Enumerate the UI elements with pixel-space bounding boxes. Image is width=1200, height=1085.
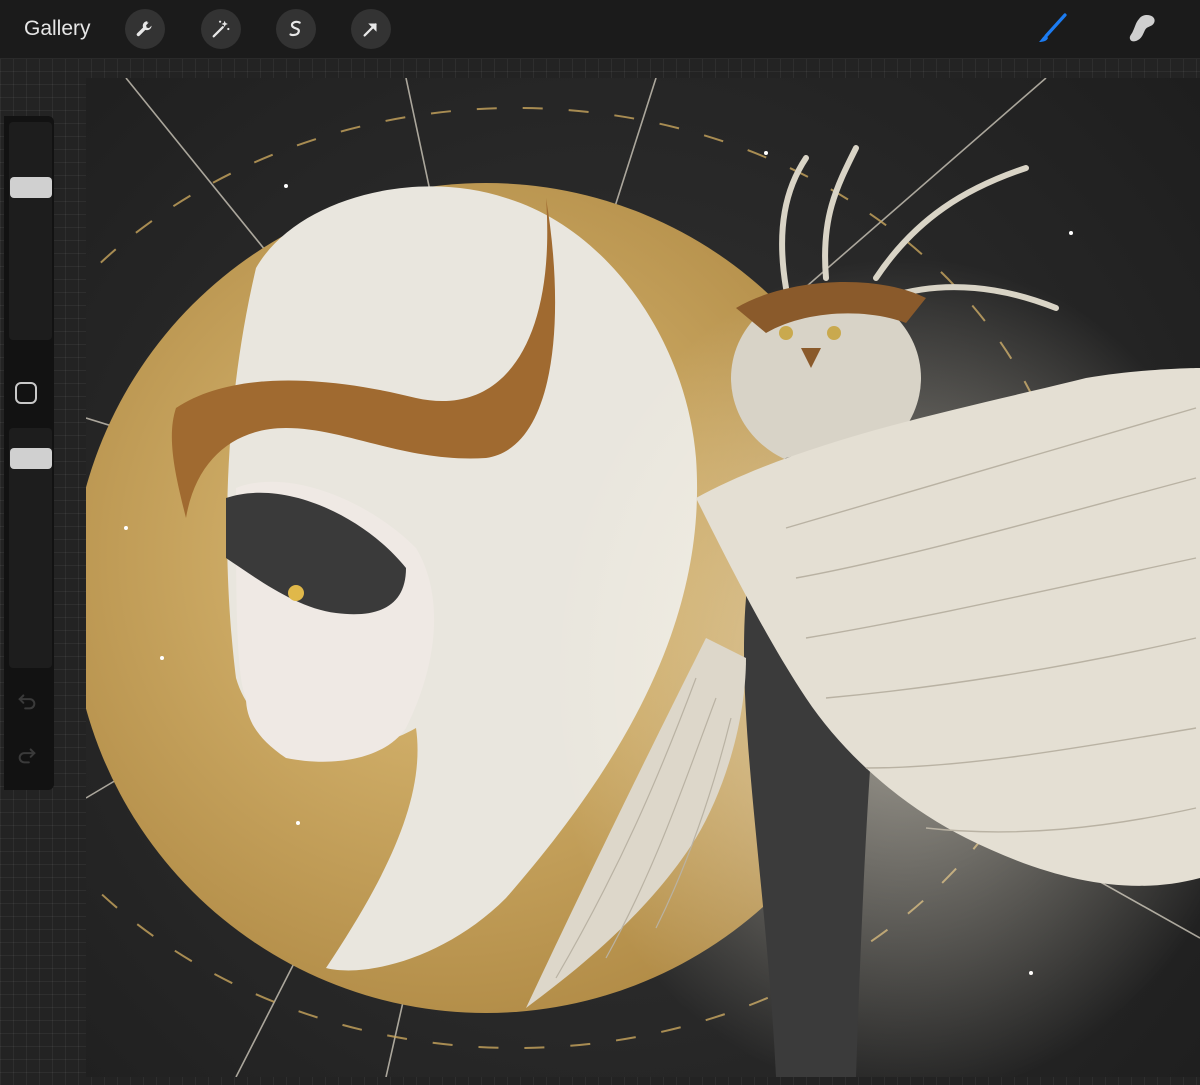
owl-eye-right [827, 326, 841, 340]
move-arrow-icon[interactable] [351, 9, 391, 49]
redo-icon[interactable] [14, 742, 40, 768]
brush-size-thumb[interactable] [10, 177, 52, 198]
opacity-thumb[interactable] [10, 448, 52, 469]
left-sidebar [4, 116, 54, 790]
undo-icon[interactable] [14, 688, 40, 714]
top-toolbar: Gallery [0, 0, 1200, 59]
artwork [86, 78, 1200, 1077]
magic-wand-icon[interactable] [201, 9, 241, 49]
smudge-icon[interactable] [1123, 10, 1161, 48]
gallery-button[interactable]: Gallery [24, 17, 91, 41]
modify-square-icon[interactable] [15, 382, 37, 404]
opacity-slider[interactable] [9, 428, 52, 668]
profile-eye [288, 585, 304, 601]
drawing-canvas[interactable] [86, 78, 1200, 1077]
selection-icon[interactable] [276, 9, 316, 49]
brush-icon[interactable] [1033, 10, 1071, 48]
wrench-icon[interactable] [125, 9, 165, 49]
brush-size-slider[interactable] [9, 122, 52, 340]
owl-eye-left [779, 326, 793, 340]
